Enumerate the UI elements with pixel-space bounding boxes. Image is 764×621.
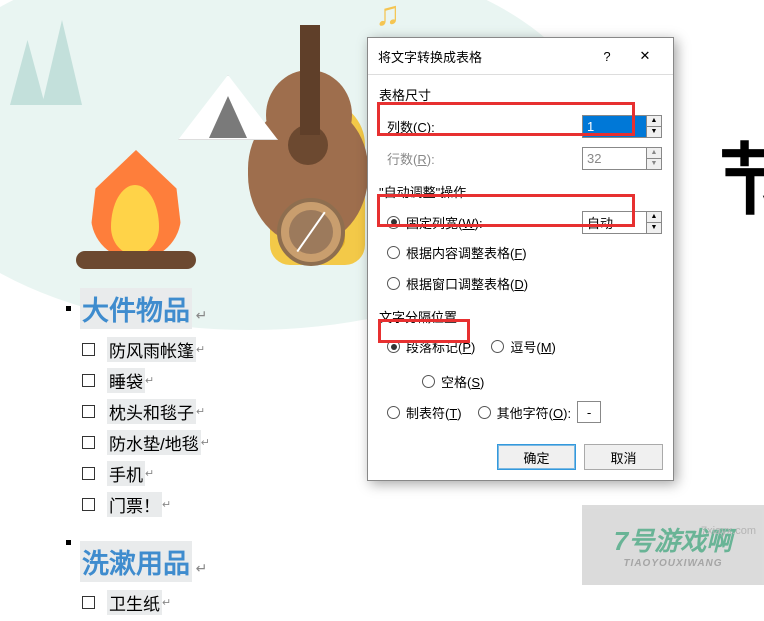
columns-input[interactable]: [583, 116, 646, 137]
table-size-label: 表格尺寸: [379, 85, 662, 104]
close-button[interactable]: ✕: [627, 42, 663, 70]
fixed-width-input[interactable]: [583, 212, 646, 233]
item-label: 枕头和毯子: [107, 399, 196, 424]
checkbox-icon: [82, 596, 95, 609]
big-character: 节: [719, 118, 764, 230]
list-item: 卫生纸↵: [74, 590, 210, 615]
convert-text-to-table-dialog: 将文字转换成表格 ? ✕ 表格尺寸 列数(C): ▲ ▼ 行数(R): ▲: [367, 37, 674, 481]
checkbox-icon: [82, 374, 95, 387]
paragraph-mark-icon: ↵: [162, 498, 171, 511]
paragraph-mark-icon: ↵: [162, 596, 171, 609]
separator-paragraph-option[interactable]: 段落标记(P): [387, 337, 475, 356]
paragraph-mark-icon: ↵: [196, 560, 208, 576]
space-radio-label: 空格(S): [441, 372, 484, 391]
separator-tab-option[interactable]: 制表符(T): [387, 403, 462, 422]
rows-row: 行数(R): ▲ ▼: [379, 142, 662, 174]
paragraph-radio[interactable]: [387, 340, 400, 353]
paragraph-mark-icon: ↵: [196, 307, 208, 323]
autofit-window-label: 根据窗口调整表格(D): [406, 274, 528, 293]
rows-label: 行数(R):: [387, 149, 582, 168]
checklist-big-items: 防风雨帐篷↵睡袋↵枕头和毯子↵防水垫/地毯↵手机↵门票！↵: [74, 337, 210, 517]
item-label: 门票！: [107, 492, 162, 517]
autofit-contents-label: 根据内容调整表格(F): [406, 243, 527, 262]
spin-down-icon: ▼: [647, 159, 661, 169]
checklist-toiletries: 卫生纸↵: [74, 590, 210, 615]
space-radio[interactable]: [422, 375, 435, 388]
spin-up-icon[interactable]: ▲: [647, 116, 661, 127]
comma-radio-label: 逗号(M): [510, 337, 556, 356]
list-item: 手机↵: [74, 461, 210, 486]
list-item: 防风雨帐篷↵: [74, 337, 210, 362]
autofit-contents-row[interactable]: 根据内容调整表格(F): [379, 237, 662, 268]
separator-other-option[interactable]: 其他字符(O):: [478, 401, 601, 423]
fixed-width-spinner[interactable]: ▲ ▼: [582, 211, 662, 234]
item-label: 睡袋: [107, 368, 145, 393]
checkbox-icon: [82, 436, 95, 449]
watermark-banner: 7号游戏啊 TIAOYOUXIWANG 7xiayx.com: [582, 505, 764, 585]
list-item: 门票！↵: [74, 492, 210, 517]
rows-spinner: ▲ ▼: [582, 147, 662, 170]
checkbox-icon: [82, 467, 95, 480]
fixed-width-radio[interactable]: [387, 216, 400, 229]
checkbox-icon: [82, 498, 95, 511]
dialog-title: 将文字转换成表格: [378, 47, 482, 66]
paragraph-mark-icon: ↵: [145, 467, 154, 480]
help-button[interactable]: ?: [589, 42, 625, 70]
separator-space-option[interactable]: 空格(S): [422, 372, 484, 391]
spin-down-icon[interactable]: ▼: [647, 127, 661, 137]
list-item: 防水垫/地毯↵: [74, 430, 210, 455]
paragraph-mark-icon: ↵: [201, 436, 210, 449]
compass-illustration: [277, 198, 345, 266]
item-label: 防风雨帐篷: [107, 337, 196, 362]
tab-radio[interactable]: [387, 406, 400, 419]
autofit-window-radio[interactable]: [387, 277, 400, 290]
autofit-contents-radio[interactable]: [387, 246, 400, 259]
separator-label: 文字分隔位置: [379, 307, 662, 326]
paragraph-radio-label: 段落标记(P): [406, 337, 475, 356]
columns-label: 列数(C):: [387, 117, 582, 136]
bullet-icon: [66, 306, 71, 311]
rows-input: [583, 148, 646, 169]
bullet-icon: [66, 540, 71, 545]
other-radio-label: 其他字符(O):: [497, 403, 571, 422]
checkbox-icon: [82, 405, 95, 418]
item-label: 防水垫/地毯: [107, 430, 201, 455]
paragraph-mark-icon: ↵: [196, 343, 205, 356]
spin-up-icon: ▲: [647, 148, 661, 159]
document-content: 大件物品 ↵ 防风雨帐篷↵睡袋↵枕头和毯子↵防水垫/地毯↵手机↵门票！↵ 洗漱用…: [74, 288, 210, 621]
fixed-width-radio-label[interactable]: 固定列宽(W):: [406, 213, 582, 232]
columns-row: 列数(C): ▲ ▼: [379, 110, 662, 142]
list-item: 枕头和毯子↵: [74, 399, 210, 424]
cancel-button[interactable]: 取消: [584, 444, 663, 470]
music-notes-icon: ♫: [375, 0, 401, 34]
trees: [0, 10, 80, 120]
heading-big-items: 大件物品: [80, 288, 192, 329]
columns-spinner[interactable]: ▲ ▼: [582, 115, 662, 138]
paragraph-mark-icon: ↵: [145, 374, 154, 387]
autofit-window-row[interactable]: 根据窗口调整表格(D): [379, 268, 662, 299]
watermark-url: 7xiayx.com: [701, 525, 756, 537]
tab-radio-label: 制表符(T): [406, 403, 462, 422]
heading-toiletries: 洗漱用品: [80, 541, 192, 582]
campfire-illustration: [76, 150, 196, 265]
comma-radio[interactable]: [491, 340, 504, 353]
item-label: 卫生纸: [107, 590, 162, 615]
other-radio[interactable]: [478, 406, 491, 419]
separator-comma-option[interactable]: 逗号(M): [491, 337, 556, 356]
fixed-width-row: 固定列宽(W): ▲ ▼: [379, 207, 662, 237]
item-label: 手机: [107, 461, 145, 486]
spin-up-icon[interactable]: ▲: [647, 212, 661, 223]
other-char-input[interactable]: [577, 401, 601, 423]
dialog-titlebar[interactable]: 将文字转换成表格 ? ✕: [368, 38, 673, 75]
checkbox-icon: [82, 343, 95, 356]
paragraph-mark-icon: ↵: [196, 405, 205, 418]
spin-down-icon[interactable]: ▼: [647, 223, 661, 233]
ok-button[interactable]: 确定: [497, 444, 576, 470]
list-item: 睡袋↵: [74, 368, 210, 393]
autofit-label: "自动调整"操作: [379, 182, 662, 201]
